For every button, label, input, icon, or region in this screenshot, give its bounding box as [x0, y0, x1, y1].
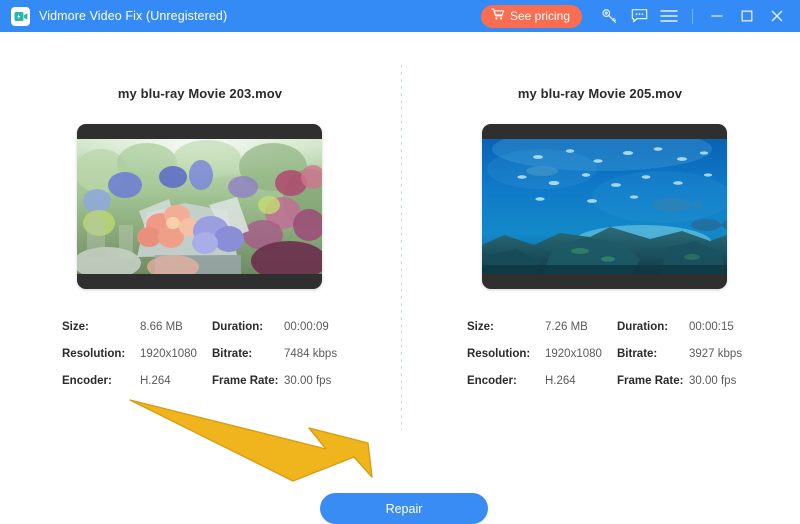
toolbar-separator — [692, 9, 693, 24]
see-pricing-button[interactable]: See pricing — [481, 5, 582, 28]
video-panel-right: my blu-ray Movie 205.mov — [400, 32, 800, 432]
metadata-value-duration: 00:00:09 — [284, 321, 329, 333]
metadata-label-encoder: Encoder: — [467, 375, 545, 387]
metadata-row: Size: 8.66 MB Duration: 00:00:09 — [62, 313, 392, 340]
video-camera-icon — [11, 7, 30, 26]
menu-icon[interactable] — [654, 0, 684, 32]
metadata-value-encoder: H.264 — [140, 375, 212, 387]
metadata-row: Encoder: H.264 Frame Rate: 30.00 fps — [467, 367, 797, 394]
metadata-value-encoder: H.264 — [545, 375, 617, 387]
maximize-button[interactable] — [732, 0, 762, 32]
metadata-label-duration: Duration: — [617, 321, 689, 333]
metadata-label-bitrate: Bitrate: — [212, 348, 284, 360]
metadata-value-bitrate: 7484 kbps — [284, 348, 337, 360]
video-metadata-left: Size: 8.66 MB Duration: 00:00:09 Resolut… — [62, 313, 392, 394]
video-metadata-right: Size: 7.26 MB Duration: 00:00:15 Resolut… — [467, 313, 797, 394]
metadata-value-framerate: 30.00 fps — [689, 375, 736, 387]
metadata-row: Size: 7.26 MB Duration: 00:00:15 — [467, 313, 797, 340]
metadata-label-framerate: Frame Rate: — [617, 375, 689, 387]
metadata-value-framerate: 30.00 fps — [284, 375, 331, 387]
thumbnail-image — [77, 139, 322, 274]
file-name-label: my blu-ray Movie 205.mov — [400, 86, 800, 101]
shopping-cart-icon — [491, 8, 505, 24]
metadata-label-size: Size: — [467, 321, 545, 333]
title-bar-right-controls: See pricing — [481, 0, 800, 32]
metadata-label-encoder: Encoder: — [62, 375, 140, 387]
metadata-label-resolution: Resolution: — [467, 348, 545, 360]
metadata-value-bitrate: 3927 kbps — [689, 348, 742, 360]
minimize-button[interactable] — [702, 0, 732, 32]
feedback-icon[interactable] — [624, 0, 654, 32]
metadata-row: Resolution: 1920x1080 Bitrate: 3927 kbps — [467, 340, 797, 367]
flower-shop-thumbnail[interactable] — [77, 124, 322, 289]
metadata-label-framerate: Frame Rate: — [212, 375, 284, 387]
metadata-row: Resolution: 1920x1080 Bitrate: 7484 kbps — [62, 340, 392, 367]
metadata-row: Encoder: H.264 Frame Rate: 30.00 fps — [62, 367, 392, 394]
metadata-label-bitrate: Bitrate: — [617, 348, 689, 360]
metadata-label-resolution: Resolution: — [62, 348, 140, 360]
underwater-reef-thumbnail[interactable] — [482, 124, 727, 289]
close-button[interactable] — [762, 0, 792, 32]
video-panel-left: my blu-ray Movie 203.mov — [0, 32, 400, 432]
main-content: my blu-ray Movie 203.mov — [0, 32, 800, 523]
title-bar: Vidmore Video Fix (Unregistered) See pri… — [0, 0, 800, 32]
metadata-value-duration: 00:00:15 — [689, 321, 734, 333]
thumbnail-image — [482, 139, 727, 274]
metadata-value-resolution: 1920x1080 — [140, 348, 212, 360]
app-title: Vidmore Video Fix (Unregistered) — [39, 9, 227, 23]
file-name-label: my blu-ray Movie 203.mov — [0, 86, 400, 101]
see-pricing-label: See pricing — [510, 9, 570, 23]
repair-button[interactable]: Repair — [320, 493, 488, 524]
metadata-label-duration: Duration: — [212, 321, 284, 333]
key-icon[interactable] — [594, 0, 624, 32]
metadata-value-size: 8.66 MB — [140, 321, 212, 333]
metadata-label-size: Size: — [62, 321, 140, 333]
metadata-value-size: 7.26 MB — [545, 321, 617, 333]
metadata-value-resolution: 1920x1080 — [545, 348, 617, 360]
